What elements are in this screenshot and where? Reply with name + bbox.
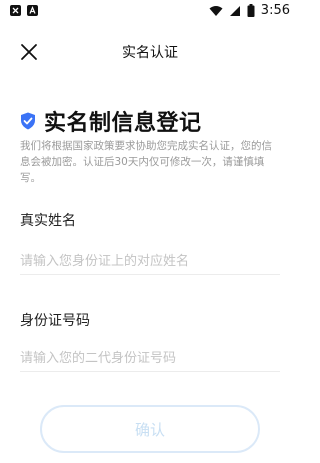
status-bar-time: 3:56 xyxy=(260,3,290,18)
battery-icon xyxy=(247,4,255,17)
status-bar: 3:56 xyxy=(0,0,300,22)
name-field-label: 真实姓名 xyxy=(20,213,76,229)
page-title: 实名认证 xyxy=(122,45,178,61)
status-bar-system: 3:56 xyxy=(209,3,290,18)
notification-icon xyxy=(10,5,21,16)
id-number-field-label: 身份证号码 xyxy=(20,313,90,329)
confirm-button[interactable]: 确认 xyxy=(40,405,260,453)
confirm-button-label: 确认 xyxy=(134,420,165,439)
cellular-signal-icon xyxy=(229,5,240,16)
section-heading: 实名制信息登记 xyxy=(20,105,202,137)
status-bar-notifications xyxy=(10,5,38,16)
app-header: 实名认证 xyxy=(0,32,300,72)
heading-title: 实名制信息登记 xyxy=(44,111,202,136)
shield-check-icon xyxy=(21,112,35,130)
name-input[interactable] xyxy=(20,248,280,275)
wifi-icon xyxy=(209,5,223,16)
heading-description: 我们将根据国家政策要求协助您完成实名认证，您的信息会被加密。认证后30天内仅可修… xyxy=(20,140,272,184)
id-number-input[interactable] xyxy=(20,345,280,372)
app-notification-icon xyxy=(27,5,38,16)
